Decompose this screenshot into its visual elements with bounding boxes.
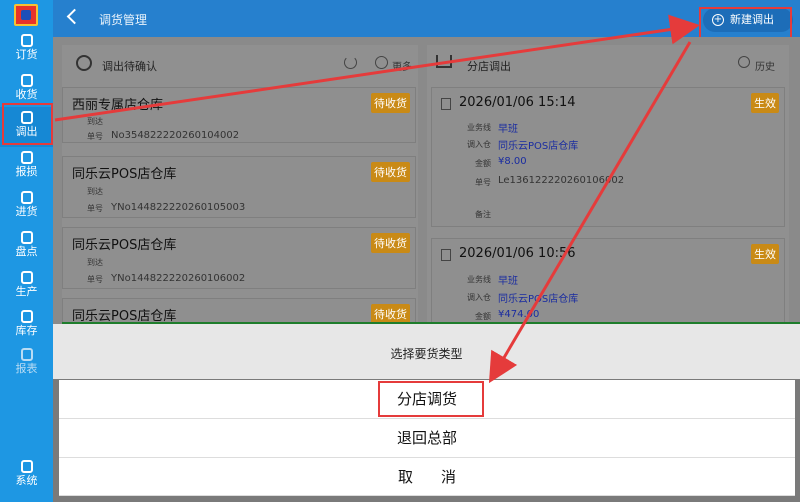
card-amount-label: 金额: [475, 159, 491, 168]
sidebar: 订货 收货 调出 报损 进货 盘点 生产 库存 报表 系统: [0, 0, 53, 502]
highlight-box-branch-transfer: [378, 381, 484, 417]
card-number: YNo144822220260106002: [111, 273, 246, 284]
pending-panel-title: 调出待确认: [102, 60, 157, 73]
card-datetime: 2026/01/06 10:56: [459, 246, 576, 261]
list-item[interactable]: 同乐云POS店仓库 待收货 到达 单号 YNo14482222026010600…: [62, 227, 416, 289]
production-icon: [20, 271, 33, 284]
list-item[interactable]: 2026/01/06 15:14 生效 业务线 早班 调入仓 同乐云POS店仓库…: [431, 87, 785, 227]
cart-icon: [436, 55, 452, 68]
status-badge: 待收货: [371, 304, 410, 324]
branch-transfer-panel: 分店调出 历史 2026/01/06 15:14 生效 业务线 早班 调入仓 同…: [427, 45, 789, 324]
header-bar: 调货管理 + 新建调出: [53, 0, 800, 37]
action-sheet-header: 选择要货类型: [53, 324, 800, 379]
status-badge: 生效: [751, 244, 779, 264]
card-number-label: 单号: [87, 204, 103, 213]
order-icon: [20, 34, 33, 47]
action-sheet-title: 选择要货类型: [390, 347, 463, 361]
sidebar-item-system[interactable]: 系统: [0, 456, 53, 496]
card-store: 同乐云POS店仓库: [72, 167, 177, 182]
list-item[interactable]: 同乐云POS店仓库 待收货: [62, 298, 416, 324]
card-number: YNo144822220260105003: [111, 202, 246, 213]
card-number-label: 单号: [475, 178, 491, 187]
more-link[interactable]: 更多: [392, 58, 412, 73]
card-number-label: 单号: [87, 275, 103, 284]
loss-report-icon: [20, 151, 33, 164]
card-amount-label: 金额: [475, 312, 491, 321]
card-amount: ¥8.00: [498, 156, 527, 167]
list-item[interactable]: 西丽专属店仓库 待收货 到达 单号 No354822220260104002: [62, 87, 416, 143]
highlight-box-transfer-out: [2, 103, 53, 145]
page-title: 调货管理: [99, 13, 148, 27]
option-return-headquarters[interactable]: 退回总部: [59, 419, 795, 458]
alarm-clock-icon: [76, 55, 92, 71]
list-item[interactable]: 2026/01/06 10:56 生效 业务线 早班 调入仓 同乐云POS店仓库…: [431, 238, 785, 324]
app-logo: [14, 4, 38, 26]
sidebar-item-loss-report[interactable]: 报损: [0, 147, 53, 187]
card-arrive-label: 到达: [87, 187, 103, 196]
sidebar-item-order[interactable]: 订货: [0, 30, 53, 70]
card-dest-label: 调入仓: [467, 293, 491, 302]
purchase-icon: [20, 191, 33, 204]
pending-panel-header: 调出待确认 更多: [62, 45, 418, 79]
sidebar-item-report[interactable]: 报表: [0, 344, 53, 384]
refresh-icon[interactable]: [344, 56, 357, 69]
card-dest: 同乐云POS店仓库: [498, 294, 579, 305]
history-link[interactable]: 历史: [755, 58, 775, 73]
history-icon[interactable]: [738, 56, 750, 68]
status-badge: 待收货: [371, 93, 410, 113]
card-arrive-label: 到达: [87, 258, 103, 267]
cancel-button[interactable]: 取消: [59, 458, 795, 496]
card-dest: 同乐云POS店仓库: [498, 141, 579, 152]
status-badge: 待收货: [371, 233, 410, 253]
more-icon[interactable]: [375, 56, 388, 69]
card-datetime: 2026/01/06 15:14: [459, 95, 576, 110]
card-dest-label: 调入仓: [467, 140, 491, 149]
system-icon: [20, 460, 33, 473]
card-store: 同乐云POS店仓库: [72, 238, 177, 253]
card-number-label: 单号: [87, 132, 103, 141]
pending-transfer-panel: 调出待确认 更多 西丽专属店仓库 待收货 到达 单号 No35482222026…: [62, 45, 418, 324]
card-line-label: 业务线: [467, 275, 491, 284]
report-icon: [20, 348, 33, 361]
status-badge: 待收货: [371, 162, 410, 182]
highlight-box-new-button: [699, 7, 792, 39]
sidebar-item-purchase[interactable]: 进货: [0, 187, 53, 227]
stock-icon: [20, 310, 33, 323]
sidebar-item-stock[interactable]: 库存: [0, 306, 53, 346]
card-remark-label: 备注: [475, 210, 491, 219]
card-line-label: 业务线: [467, 123, 491, 132]
document-icon: [441, 98, 451, 110]
inventory-check-icon: [20, 231, 33, 244]
card-line: 早班: [498, 124, 518, 135]
branch-panel-title: 分店调出: [467, 60, 511, 73]
sidebar-item-inventory-check[interactable]: 盘点: [0, 227, 53, 267]
card-amount: ¥474.00: [498, 309, 540, 320]
back-arrow-icon[interactable]: [66, 8, 83, 25]
card-line: 早班: [498, 276, 518, 287]
sidebar-item-production[interactable]: 生产: [0, 267, 53, 307]
card-number: Le136122220260106002: [498, 175, 625, 186]
receive-icon: [20, 74, 33, 87]
main-content: 调出待确认 更多 西丽专属店仓库 待收货 到达 单号 No35482222026…: [53, 37, 800, 324]
status-badge: 生效: [751, 93, 779, 113]
card-store: 西丽专属店仓库: [72, 98, 164, 113]
card-arrive-label: 到达: [87, 117, 103, 126]
list-item[interactable]: 同乐云POS店仓库 待收货 到达 单号 YNo14482222026010500…: [62, 156, 416, 218]
card-number: No354822220260104002: [111, 130, 240, 141]
document-icon: [441, 249, 451, 261]
branch-panel-header: 分店调出 历史: [427, 45, 789, 79]
